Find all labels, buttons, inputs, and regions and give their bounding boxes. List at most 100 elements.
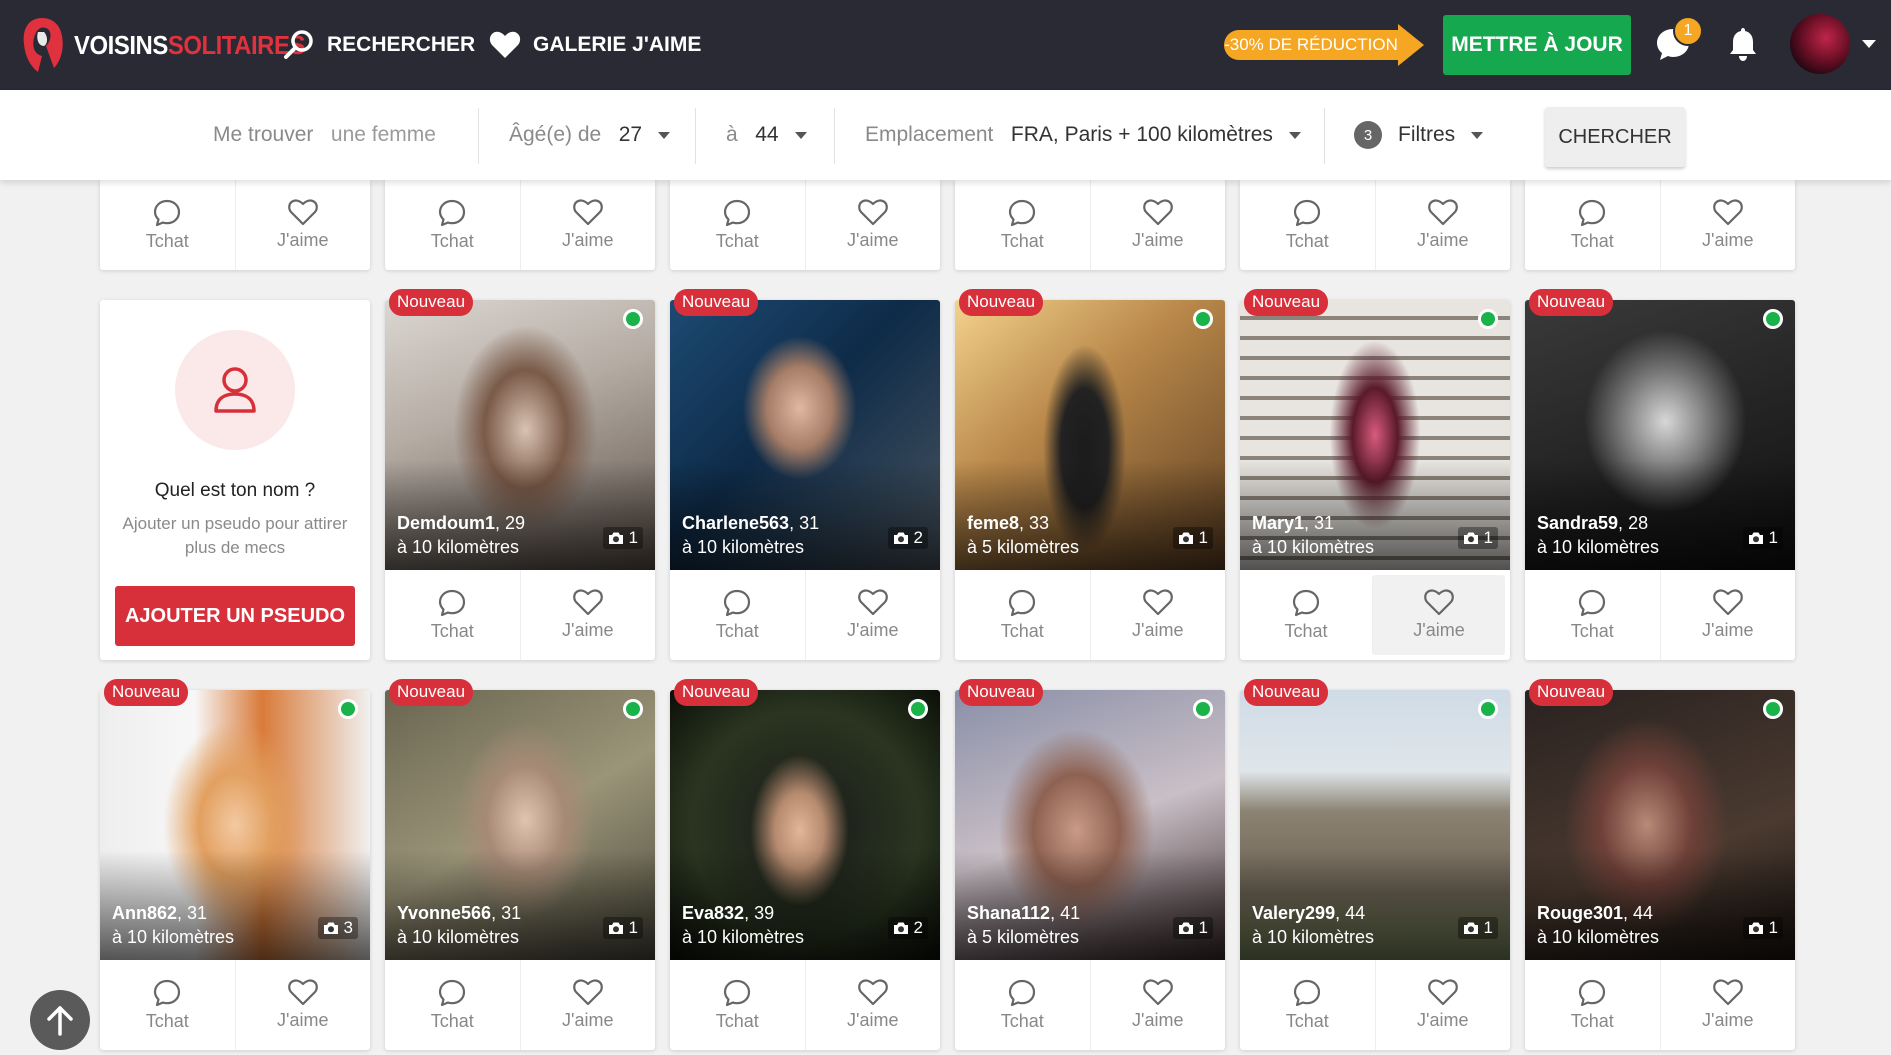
like-button[interactable]: J'aime: [1659, 570, 1796, 660]
discount-promo[interactable]: -30% DE RÉDUCTION: [1224, 24, 1424, 66]
camera-icon: [1178, 532, 1193, 544]
chat-button[interactable]: Tchat: [955, 180, 1090, 270]
chat-button[interactable]: Tchat: [385, 570, 520, 660]
profile-card[interactable]: Nouveau Yvonne566, 31 à 10 kilomètres 1 Tcha…: [385, 679, 656, 1050]
filter-age-to-label: à: [726, 123, 738, 146]
search-button[interactable]: CHERCHER: [1545, 107, 1685, 167]
filter-count-badge: 3: [1354, 121, 1382, 149]
filter-more[interactable]: 3 Filtres: [1354, 90, 1484, 180]
like-button[interactable]: J'aime: [519, 180, 656, 270]
profile-distance: à 10 kilomètres: [1537, 537, 1660, 557]
profile-card[interactable]: Nouveau feme8, 33 à 5 kilomètres 1 Tchat J'ai…: [955, 289, 1226, 660]
chat-button[interactable]: Tchat: [955, 570, 1090, 660]
like-button[interactable]: J'aime: [234, 960, 371, 1050]
like-label: J'aime: [562, 620, 614, 640]
nav-search[interactable]: RECHERCHER: [283, 0, 475, 90]
profile-card[interactable]: Tchat J'aime: [1525, 180, 1795, 270]
chat-button[interactable]: Tchat: [1525, 180, 1660, 270]
photo-count-badge: 1: [1457, 917, 1498, 939]
like-button[interactable]: J'aime: [804, 180, 941, 270]
profile-card[interactable]: Nouveau Charlene563, 31 à 10 kilomètres 2 Tc…: [670, 289, 941, 660]
like-label: J'aime: [1702, 1010, 1754, 1030]
profile-card[interactable]: Nouveau Mary1, 31 à 10 kilomètres 1 Tchat J'a…: [1240, 289, 1510, 660]
like-button[interactable]: J'aime: [1089, 180, 1226, 270]
nav-likes-gallery[interactable]: GALERIE J'AIME: [489, 0, 701, 90]
chat-button[interactable]: Tchat: [100, 180, 235, 270]
like-button[interactable]: J'aime: [519, 570, 656, 660]
chat-bubble-icon: [1009, 589, 1036, 616]
chat-button[interactable]: Tchat: [955, 960, 1090, 1050]
profile-card[interactable]: Nouveau Rouge301, 44 à 10 kilomètres 1 Tchat…: [1525, 679, 1796, 1050]
add-nickname-button[interactable]: AJOUTER UN PSEUDO: [115, 586, 355, 646]
like-button[interactable]: J'aime: [1089, 960, 1226, 1050]
profile-username: Mary1: [1252, 513, 1305, 533]
photo-count-badge: 1: [1742, 917, 1783, 939]
chat-button[interactable]: Tchat: [670, 570, 805, 660]
filter-age-max[interactable]: à 44: [726, 90, 807, 180]
chat-button[interactable]: Tchat: [100, 960, 235, 1050]
like-button[interactable]: J'aime: [1374, 960, 1511, 1050]
like-button[interactable]: J'aime: [1372, 575, 1505, 655]
profile-username: Rouge301: [1537, 903, 1624, 923]
chat-button[interactable]: Tchat: [670, 180, 805, 270]
like-button[interactable]: J'aime: [1659, 180, 1796, 270]
chat-button[interactable]: Tchat: [385, 180, 520, 270]
photo-count-badge: 2: [887, 917, 928, 939]
filter-age-min-value: 27: [618, 123, 643, 146]
scroll-to-top-button[interactable]: [30, 990, 90, 1050]
new-badge: Nouveau: [674, 289, 759, 316]
profile-card[interactable]: Nouveau Sandra59, 28 à 10 kilomètres 1 Tchat…: [1525, 289, 1796, 660]
chat-button[interactable]: Tchat: [385, 960, 520, 1050]
like-label: J'aime: [562, 230, 614, 250]
chat-bubble-icon: [1579, 979, 1606, 1006]
camera-icon: [1463, 922, 1478, 934]
filter-location[interactable]: Emplacement FRA, Paris + 100 kilomètres: [865, 90, 1301, 180]
heart-outline-icon: [1142, 199, 1173, 226]
site-logo[interactable]: VOISINSSOLITAIRES: [18, 16, 325, 74]
card-actions: Tchat J'aime: [1240, 570, 1510, 660]
chat-button[interactable]: Tchat: [1240, 180, 1375, 270]
profile-card[interactable]: Nouveau Eva832, 39 à 10 kilomètres 2 Tchat J'…: [670, 679, 941, 1050]
add-nickname-subtitle: Ajouter un pseudo pour attirer plus de m…: [122, 514, 348, 557]
like-label: J'aime: [1413, 620, 1465, 640]
user-avatar[interactable]: [1790, 14, 1850, 74]
profile-card[interactable]: Nouveau Shana112, 41 à 5 kilomètres 1 Tchat J…: [955, 679, 1226, 1050]
profile-card[interactable]: Nouveau Valery299, 44 à 10 kilomètres 1 Tcha…: [1240, 679, 1511, 1050]
like-button[interactable]: J'aime: [804, 570, 941, 660]
profile-card[interactable]: Tchat J'aime: [955, 180, 1225, 270]
profile-card[interactable]: Nouveau Ann862, 31 à 10 kilomètres 3 Tchat J'…: [100, 679, 371, 1050]
profile-age: 41: [1060, 903, 1081, 923]
profile-card[interactable]: Tchat J'aime: [100, 180, 370, 270]
upgrade-button[interactable]: METTRE À JOUR: [1443, 15, 1631, 75]
chat-button[interactable]: Tchat: [1240, 960, 1375, 1050]
like-label: J'aime: [1417, 230, 1469, 250]
chat-button[interactable]: Tchat: [1525, 960, 1660, 1050]
heart-outline-icon: [1424, 589, 1454, 616]
like-button[interactable]: J'aime: [804, 960, 941, 1050]
chevron-down-icon[interactable]: [1862, 40, 1876, 48]
photo-count: 2: [913, 918, 923, 937]
chat-button[interactable]: Tchat: [670, 960, 805, 1050]
filter-age-min[interactable]: Âgé(e) de 27: [509, 90, 671, 180]
profile-distance: à 10 kilomètres: [112, 927, 235, 947]
photo-count: 1: [1483, 528, 1493, 547]
like-button[interactable]: J'aime: [234, 180, 371, 270]
profile-card[interactable]: Tchat J'aime: [385, 180, 655, 270]
chat-button[interactable]: Tchat: [1240, 570, 1372, 660]
profile-card[interactable]: Tchat J'aime: [1240, 180, 1510, 270]
bell-icon[interactable]: [1728, 26, 1758, 62]
heart-outline-icon: [1712, 979, 1743, 1006]
like-label: J'aime: [277, 230, 329, 250]
chat-label: Tchat: [1000, 230, 1044, 251]
like-button[interactable]: J'aime: [519, 960, 656, 1050]
like-button[interactable]: J'aime: [1089, 570, 1226, 660]
like-label: J'aime: [847, 230, 899, 250]
like-button[interactable]: J'aime: [1374, 180, 1511, 270]
like-button[interactable]: J'aime: [1659, 960, 1796, 1050]
filter-find-gender[interactable]: Me trouver une femme: [213, 90, 436, 180]
profile-username: Valery299: [1252, 903, 1336, 923]
photo-count: 1: [1483, 918, 1493, 937]
profile-card[interactable]: Tchat J'aime: [670, 180, 940, 270]
profile-card[interactable]: Nouveau Demdoum1, 29 à 10 kilomètres 1 Tchat…: [385, 289, 656, 660]
chat-button[interactable]: Tchat: [1525, 570, 1660, 660]
